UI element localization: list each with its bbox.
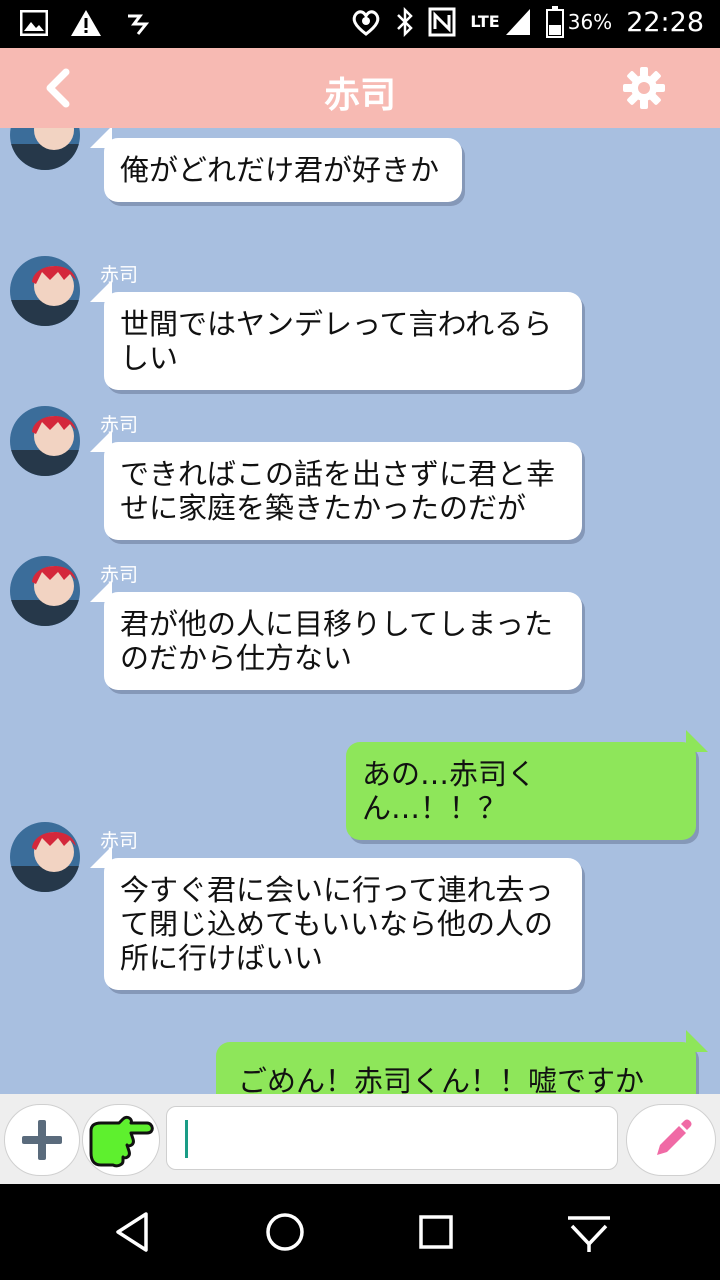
pencil-icon [657,1119,692,1155]
gear-icon[interactable] [622,66,666,110]
recents-square-icon[interactable] [416,1208,456,1256]
clock: 22:28 [626,6,704,38]
message-bubble[interactable]: 世間ではヤンデレって言われるら しい [90,280,582,390]
status-bar: LTE 36% 22:28 [0,0,720,48]
system-nav-bar [0,1184,720,1280]
back-triangle-icon[interactable] [112,1208,152,1256]
pointing-hand-icon [89,1115,154,1168]
message-bubble[interactable]: 君が他の人に目移りしてしまった のだから仕方ない [90,580,582,690]
battery-indicator: 36% [545,6,613,38]
avatar[interactable] [10,822,80,892]
message-bubble[interactable]: 俺がどれだけ君が好きか [90,128,462,202]
message-list[interactable]: 俺がどれだけ君が好きか 赤司 世間ではヤンデレって言われるら しい 赤司 できれ… [0,128,720,1094]
message-text: ごめん！赤司くん！！嘘ですか [238,1064,645,1094]
chat-title: 赤司 [323,75,396,116]
message-text: 所に行けばいい [120,941,324,975]
sticker-button[interactable] [82,1104,160,1176]
message-text: 世間ではヤンデレって言われるら [120,307,553,341]
gallery-icon [20,10,48,36]
warning-icon [71,10,101,36]
network-indicator: LTE [470,7,531,37]
message-text: て閉じ込めてもいいなら他の人の [120,907,553,941]
composer-bar [0,1094,720,1184]
message-text: できればこの話を出さずに君と幸 [120,457,556,491]
message-text: 今すぐ君に会いに行って連れ去っ [120,873,554,907]
send-button[interactable] [626,1104,716,1176]
app-notification-icon [128,14,150,35]
avatar[interactable] [10,256,80,326]
message-text: 俺がどれだけ君が好きか [120,153,440,187]
message-bubble[interactable]: 今すぐ君に会いに行って連れ去っ て閉じ込めてもいいなら他の人の 所に行けばいい [90,846,582,990]
signal-icon [505,9,530,35]
battery-icon [545,6,564,38]
heart-alarm-icon [353,10,380,36]
message-text: しい [120,341,179,375]
avatar[interactable] [10,556,80,626]
bluetooth-icon [397,7,414,37]
message-bubble[interactable]: できればこの話を出さずに君と幸 せに家庭を築きたかったのだが [90,430,582,540]
chat-header: 赤司 [0,48,720,128]
message-text: のだから仕方ない [120,641,353,675]
lte-label: LTE [470,12,500,31]
avatar[interactable] [10,406,80,476]
nfc-icon [428,7,456,37]
my-message-bubble[interactable]: ごめん！赤司くん！！嘘ですか [216,1030,708,1094]
plus-icon [22,1120,62,1160]
message-text: せに家庭を築きたかったのだが [120,491,527,525]
hide-keyboard-icon[interactable] [564,1208,614,1256]
battery-percent: 36% [567,10,613,34]
my-message-bubble[interactable]: あの…赤司くん…！！？ [346,730,708,840]
text-caret [185,1120,188,1158]
add-attachment-button[interactable] [4,1104,80,1176]
avatar[interactable] [10,128,80,170]
message-text: あの…赤司くん…！！？ [362,757,537,825]
home-circle-icon[interactable] [262,1208,308,1256]
message-text: 君が他の人に目移りしてしまった [120,607,553,641]
message-input[interactable] [166,1106,618,1170]
